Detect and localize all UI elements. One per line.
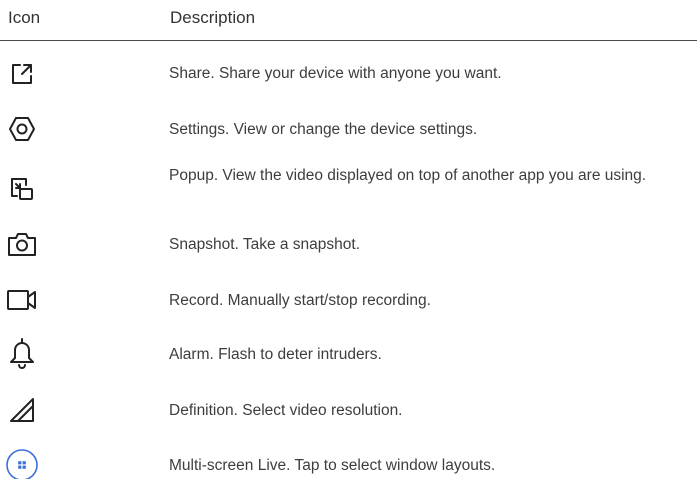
row-description: Alarm. Flash to deter intruders. — [169, 346, 382, 363]
column-header-icon: Icon — [8, 8, 41, 27]
table-header: Icon Description — [0, 0, 697, 41]
popup-icon — [4, 171, 40, 207]
table-row-popup: Popup. View the video displayed on top o… — [0, 164, 697, 214]
video-camera-icon — [4, 282, 40, 318]
table-row-record: Record. Manually start/stop recording. — [0, 282, 697, 318]
row-description: Snapshot. Take a snapshot. — [169, 236, 361, 253]
row-description: Settings. View or change the device sett… — [169, 121, 478, 138]
column-header-description: Description — [170, 8, 256, 27]
share-icon — [4, 56, 40, 92]
table-row-snapshot: Snapshot. Take a snapshot. — [0, 226, 697, 262]
camera-icon — [4, 226, 40, 262]
settings-hexagon-icon — [4, 111, 40, 147]
table-row-settings: Settings. View or change the device sett… — [0, 111, 697, 147]
grid-circle-icon — [4, 447, 40, 479]
table-row-share: Share. Share your device with anyone you… — [0, 56, 697, 92]
row-description: Record. Manually start/stop recording. — [169, 292, 431, 309]
row-description: Multi-screen Live. Tap to select window … — [169, 457, 496, 474]
signal-triangle-icon — [4, 392, 40, 428]
row-description: Popup. View the video displayed on top o… — [169, 167, 647, 184]
table-row-alarm: Alarm. Flash to deter intruders. — [0, 333, 697, 373]
row-description: Share. Share your device with anyone you… — [169, 65, 502, 82]
row-description: Definition. Select video resolution. — [169, 402, 403, 419]
table-row-multiscreen: Multi-screen Live. Tap to select window … — [0, 447, 697, 479]
table-row-definition: Definition. Select video resolution. — [0, 392, 697, 428]
icon-description-table: Icon Description Share. Share your devic… — [0, 0, 697, 479]
bell-icon — [4, 335, 40, 371]
